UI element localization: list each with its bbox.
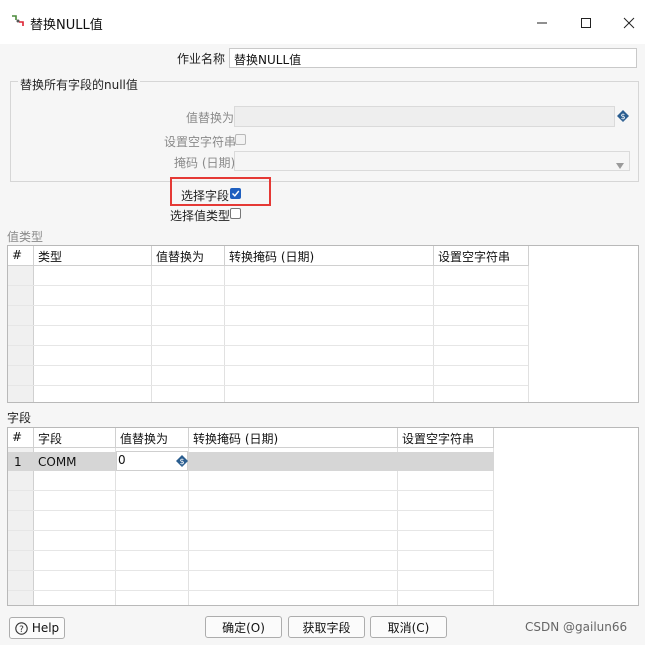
help-button[interactable]: ? Help	[9, 617, 65, 639]
select-value-type-checkbox[interactable]	[230, 208, 241, 219]
select-value-type-label: 选择值类型	[170, 209, 231, 223]
table-row	[8, 571, 494, 591]
replace-value-input[interactable]	[234, 106, 615, 127]
table-row	[8, 266, 528, 286]
mask-date-select[interactable]	[234, 151, 630, 171]
table-row	[8, 491, 494, 511]
maximize-icon	[581, 18, 591, 28]
app-icon	[10, 13, 26, 29]
variable-icon[interactable]: $	[176, 455, 188, 467]
watermark: CSDN @gailun66	[525, 620, 628, 634]
table-row	[8, 366, 528, 386]
select-field-checkbox[interactable]	[230, 188, 241, 199]
select-field-label: 选择字段	[181, 189, 230, 203]
column-header-num[interactable]: #	[8, 246, 34, 266]
fields-title: 字段	[7, 411, 32, 425]
table-row[interactable]	[8, 452, 494, 471]
mask-date-label: 掩码 (日期)	[174, 156, 236, 170]
column-header-num[interactable]: #	[8, 428, 34, 448]
table-row	[8, 551, 494, 571]
minimize-button[interactable]	[527, 8, 557, 38]
table-row	[8, 471, 494, 491]
fields-table[interactable]: # 字段 值替换为 转换掩码 (日期) 设置空字符串 1 COMM 0 $	[7, 427, 639, 606]
chevron-down-icon	[616, 158, 624, 169]
column-header-replace[interactable]: 值替换为	[152, 246, 225, 266]
column-header-mask[interactable]: 转换掩码 (日期)	[225, 246, 434, 266]
job-name-label: 作业名称	[177, 52, 226, 66]
column-header-empty-string[interactable]: 设置空字符串	[398, 428, 494, 448]
replace-all-group-title: 替换所有字段的null值	[18, 76, 140, 93]
table-row	[8, 306, 528, 326]
row-num: 1	[14, 455, 22, 469]
column-header-type[interactable]: 类型	[34, 246, 152, 266]
maximize-button[interactable]	[571, 8, 601, 38]
value-types-title: 值类型	[7, 230, 44, 244]
help-icon: ?	[15, 621, 28, 635]
minimize-icon	[537, 22, 547, 24]
column-header-field[interactable]: 字段	[34, 428, 116, 448]
replace-value-label: 值替换为	[186, 111, 235, 125]
column-divider	[528, 266, 529, 402]
table-row	[8, 286, 528, 306]
table-row	[8, 326, 528, 346]
job-name-input[interactable]: 替换NULL值	[229, 48, 637, 68]
column-header-mask[interactable]: 转换掩码 (日期)	[189, 428, 398, 448]
set-empty-string-label: 设置空字符串	[164, 135, 237, 149]
checkmark-icon	[232, 190, 240, 197]
ok-button[interactable]: 确定(O)	[205, 616, 282, 638]
column-header-empty-string[interactable]: 设置空字符串	[434, 246, 529, 266]
cancel-button[interactable]: 取消(C)	[370, 616, 447, 638]
svg-text:$: $	[620, 112, 625, 121]
column-header-replace[interactable]: 值替换为	[116, 428, 189, 448]
get-fields-button[interactable]: 获取字段	[288, 616, 365, 638]
replace-value-cell[interactable]: 0	[118, 453, 126, 467]
close-icon	[623, 17, 635, 29]
table-row	[8, 346, 528, 366]
help-button-label: Help	[31, 621, 60, 635]
table-row	[8, 531, 494, 551]
value-types-table[interactable]: # 类型 值替换为 转换掩码 (日期) 设置空字符串	[7, 245, 639, 403]
field-name-cell[interactable]: COMM	[38, 455, 77, 469]
set-empty-string-checkbox[interactable]	[235, 134, 246, 145]
table-row	[8, 511, 494, 531]
svg-text:$: $	[179, 457, 184, 466]
svg-text:?: ?	[19, 625, 24, 635]
window-title: 替换NULL值	[30, 18, 103, 33]
title-bar: 替换NULL值	[0, 0, 645, 44]
close-button[interactable]	[614, 8, 644, 38]
variable-icon[interactable]: $	[617, 110, 629, 122]
